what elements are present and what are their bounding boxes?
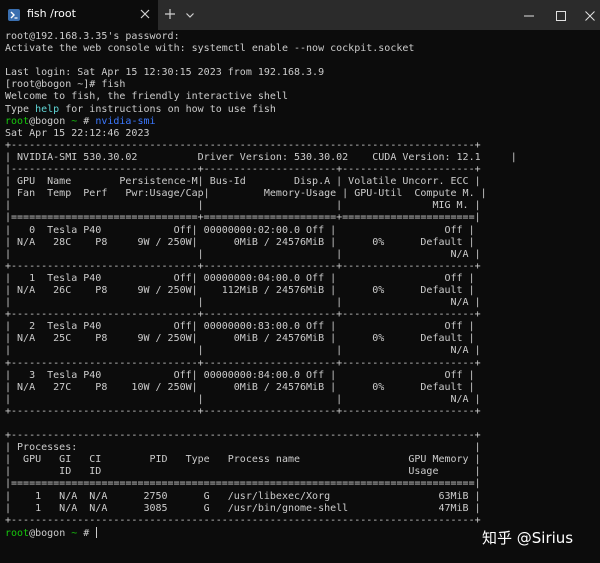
terminal-line: | 2 Tesla P40 Off| 00000000:83:00.0 Off … (5, 321, 475, 333)
terminal-line: | GPU Name Persistence-M| Bus-Id Disp.A … (5, 176, 481, 188)
close-tab-icon[interactable] (138, 7, 152, 21)
terminal-line: +-------------------------------+-------… (5, 309, 481, 321)
terminal-line: | | | N/A | (5, 393, 481, 405)
terminal-line: +-------------------------------+-------… (5, 357, 481, 369)
terminal-line: Activate the web console with: systemctl… (5, 43, 415, 55)
terminal-line: | 0 Tesla P40 Off| 00000000:02:00.0 Off … (5, 224, 475, 236)
terminal-window: fish /root root@192.168.3.35's password:… (0, 0, 600, 563)
terminal-line: | 1 N/A N/A 3085 G /usr/bin/gnome-shell … (5, 502, 481, 514)
terminal-line: | | | N/A | (5, 345, 481, 357)
terminal-line: | 1 Tesla P40 Off| 00000000:04:00.0 Off … (5, 272, 475, 284)
terminal-line: | Fan Temp Perf Pwr:Usage/Cap| Memory-Us… (5, 188, 487, 200)
tab-fish[interactable]: fish /root (0, 0, 158, 30)
terminal-line: Last login: Sat Apr 15 12:30:15 2023 fro… (5, 67, 325, 79)
terminal-line: +---------------------------------------… (5, 514, 481, 526)
terminal-line: | Processes: | (5, 442, 481, 454)
terminal-output[interactable]: root@192.168.3.35's password: Activate th… (5, 31, 600, 539)
terminal-line: |=======================================… (5, 478, 481, 490)
terminal-line: +---------------------------------------… (5, 139, 481, 151)
terminal-line: Sat Apr 15 22:12:46 2023 (5, 127, 150, 139)
terminal-line: | ID ID Usage | (5, 466, 481, 478)
terminal-line: +-------------------------------+-------… (5, 405, 481, 417)
powershell-icon (8, 9, 20, 21)
terminal-line: Welcome to fish, the friendly interactiv… (5, 91, 288, 103)
terminal-line: | | | N/A | (5, 297, 481, 309)
minimize-button[interactable] (514, 0, 544, 30)
title-bar: fish /root (0, 0, 600, 30)
watermark-text: 知乎 @Sirius (482, 529, 574, 547)
terminal-line: | N/A 25C P8 9W / 250W| 0MiB / 24576MiB … (5, 333, 475, 345)
terminal-line: Type help for instructions on how to use… (5, 103, 276, 115)
tab-title: fish /root (27, 7, 76, 20)
close-window-button[interactable] (578, 0, 600, 30)
terminal-line: | NVIDIA-SMI 530.30.02 Driver Version: 5… (5, 151, 517, 163)
terminal-line: | 3 Tesla P40 Off| 00000000:84:00.0 Off … (5, 369, 475, 381)
terminal-line: |===============================+=======… (5, 212, 481, 224)
terminal-line: | GPU GI CI PID Type Process name GPU Me… (5, 454, 481, 466)
terminal-line: | N/A 26C P8 9W / 250W| 112MiB / 24576Mi… (5, 284, 475, 296)
terminal-line: | | | N/A | (5, 248, 481, 260)
terminal-line: root@bogon ~ # nvidia-smi (5, 115, 156, 127)
terminal-line: |-------------------------------+-------… (5, 164, 481, 176)
terminal-line: | 1 N/A N/A 2750 G /usr/libexec/Xorg 63M… (5, 490, 481, 502)
terminal-line: [root@bogon ~]# fish (5, 79, 126, 91)
terminal-line: root@192.168.3.35's password: (5, 31, 180, 42)
terminal-line: +---------------------------------------… (5, 430, 481, 442)
terminal-line: | | | MIG M. | (5, 200, 481, 212)
maximize-button[interactable] (546, 0, 576, 30)
terminal-line: | N/A 27C P8 10W / 250W| 0MiB / 24576MiB… (5, 381, 475, 393)
text-cursor (96, 526, 98, 538)
chevron-down-icon[interactable] (184, 8, 196, 20)
terminal-line: | N/A 28C P8 9W / 250W| 0MiB / 24576MiB … (5, 236, 475, 248)
new-tab-plus-icon[interactable] (163, 7, 177, 21)
terminal-line: +-------------------------------+-------… (5, 260, 481, 272)
